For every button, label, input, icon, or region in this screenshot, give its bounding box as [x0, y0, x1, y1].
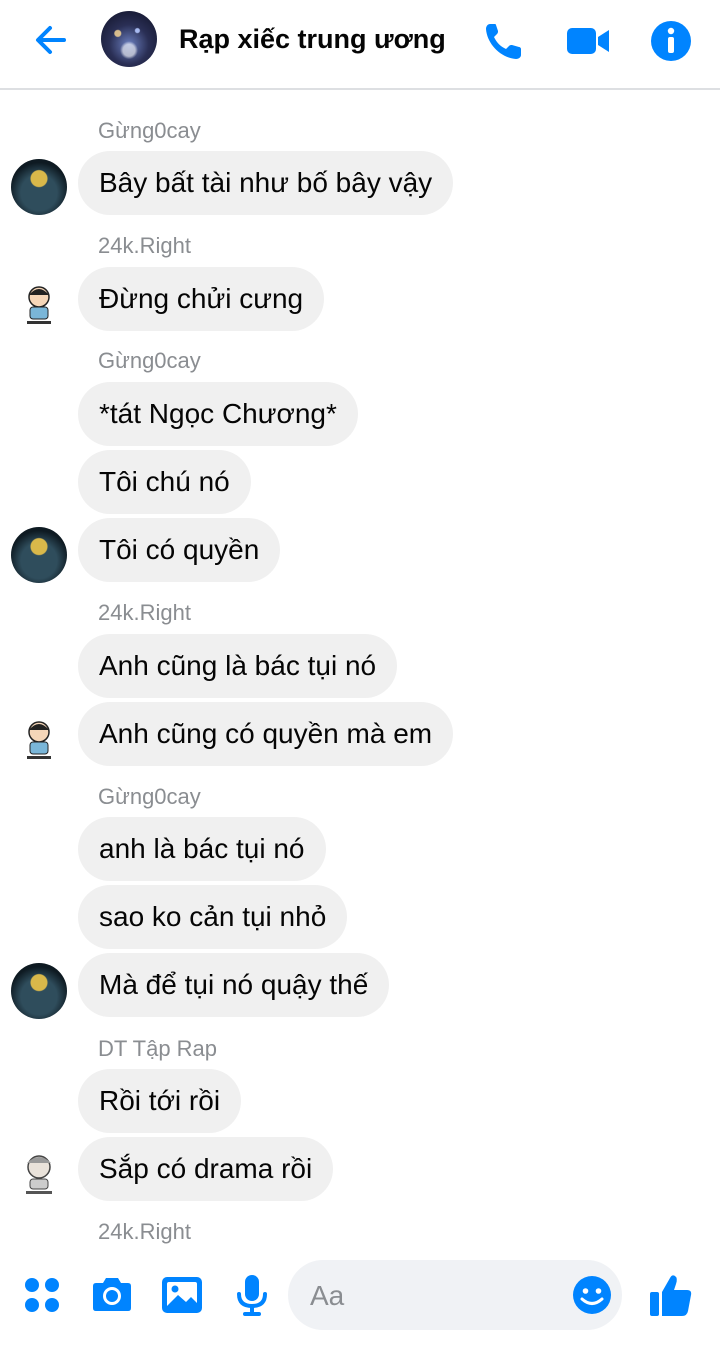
- sender-name: Gừng0cay: [98, 118, 201, 143]
- avatar[interactable]: [11, 159, 67, 215]
- avatar[interactable]: [11, 710, 67, 766]
- apps-button[interactable]: [19, 1272, 65, 1318]
- voice-call-button[interactable]: [481, 18, 527, 64]
- arrow-left-icon: [36, 26, 66, 54]
- avatar[interactable]: [11, 275, 67, 331]
- voice-message-button[interactable]: [229, 1272, 275, 1318]
- sender-name: 24k.Right: [98, 233, 191, 258]
- sender-name: DT Tập Rap: [98, 1036, 218, 1061]
- message-bubble[interactable]: Mà để tụi nó quậy thế: [78, 953, 390, 1017]
- like-button[interactable]: [646, 1270, 696, 1320]
- avatar[interactable]: [11, 527, 67, 583]
- message-bubble[interactable]: Tôi có quyền: [78, 518, 281, 582]
- gallery-button[interactable]: [159, 1272, 205, 1318]
- avatar-image: [26, 1155, 52, 1194]
- message-bubble[interactable]: Bây bất tài như bố bây vậy: [78, 151, 454, 215]
- microphone-icon: [237, 1275, 267, 1316]
- message-input-container[interactable]: [288, 1260, 622, 1330]
- message-bubble[interactable]: *tát Ngọc Chương*: [78, 382, 358, 446]
- message-bubble[interactable]: Anh cũng có quyền mà em: [78, 702, 454, 766]
- emoji-button[interactable]: [571, 1274, 613, 1316]
- emoji-icon: [573, 1276, 611, 1314]
- phone-icon: [486, 24, 521, 59]
- message-list[interactable]: Gừng0cay Bây bất tài như bố bây vậy 24k.…: [0, 90, 720, 1245]
- sender-name: Gừng0cay: [98, 348, 201, 373]
- composer-bar: [0, 1248, 720, 1345]
- conversation-title[interactable]: Rạp xiếc trung ương: [179, 24, 446, 55]
- message-bubble[interactable]: Tôi chú nó: [78, 450, 251, 514]
- avatar[interactable]: [11, 963, 67, 1019]
- avatar[interactable]: [11, 1145, 67, 1201]
- group-avatar[interactable]: [101, 11, 157, 67]
- message-bubble[interactable]: Sắp có drama rồi: [78, 1137, 334, 1201]
- message-bubble[interactable]: sao ko cản tụi nhỏ: [78, 885, 348, 949]
- info-icon: [651, 21, 691, 61]
- message-bubble[interactable]: Rồi tới rồi: [78, 1069, 242, 1133]
- message-bubble[interactable]: Anh cũng là bác tụi nó: [78, 634, 398, 698]
- thumbs-up-icon: [650, 1275, 692, 1316]
- sender-name: 24k.Right: [98, 600, 191, 625]
- video-call-button[interactable]: [565, 18, 611, 64]
- message-bubble[interactable]: Đừng chửi cưng: [78, 267, 325, 331]
- camera-icon: [93, 1278, 131, 1311]
- back-button[interactable]: [30, 18, 74, 62]
- message-bubble[interactable]: anh là bác tụi nó: [78, 817, 326, 881]
- apps-grid-icon: [25, 1278, 59, 1312]
- message-input[interactable]: [308, 1275, 562, 1317]
- avatar-image: [27, 286, 51, 324]
- sender-name: 24k.Right: [98, 1219, 191, 1244]
- info-button[interactable]: [648, 18, 694, 64]
- conversation-header: Rạp xiếc trung ương: [0, 0, 720, 90]
- video-camera-icon: [567, 28, 609, 54]
- camera-button[interactable]: [89, 1272, 135, 1318]
- sender-name: Gừng0cay: [98, 784, 201, 809]
- avatar-image: [27, 721, 51, 759]
- gallery-icon: [162, 1277, 202, 1313]
